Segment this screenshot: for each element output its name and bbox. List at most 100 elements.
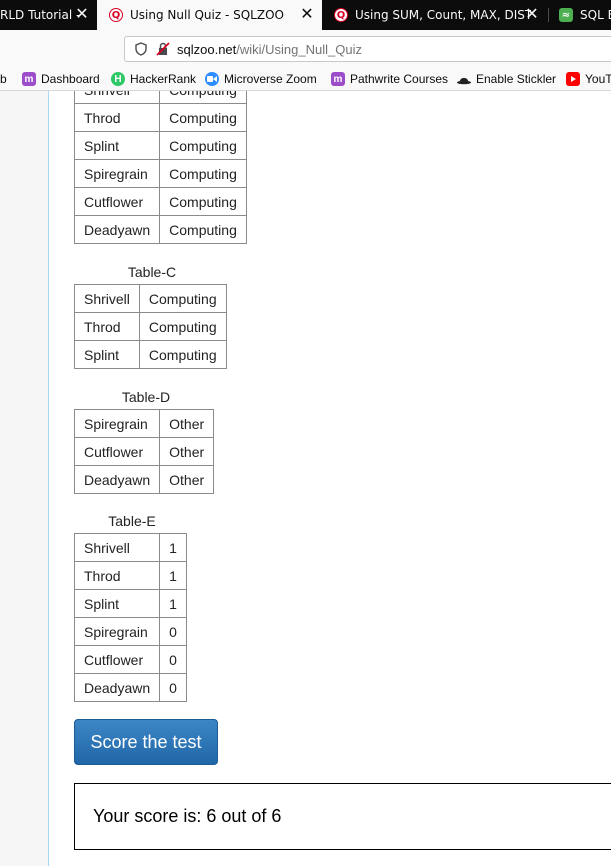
value-cell: Other — [159, 409, 215, 438]
tab-title: SQL B — [580, 8, 611, 22]
url-domain: sqlzoo.net — [177, 41, 237, 57]
close-icon[interactable]: ✕ — [300, 6, 314, 22]
table-c-row: Throd Computing — [74, 312, 227, 341]
value-cell: 0 — [159, 645, 187, 674]
table-d-row: Cutflower Other — [73, 437, 215, 466]
hackerrank-icon: H — [111, 72, 125, 86]
tab-title: RLD Tutorial - — [0, 8, 81, 22]
close-icon[interactable]: ✕ — [75, 6, 89, 22]
table-d-row: Deadyawn Other — [73, 465, 215, 494]
value-cell: Computing — [138, 340, 227, 369]
name-cell: Spiregrain — [73, 617, 161, 646]
tab-using-sum-count[interactable]: Q Using SUM, Count, MAX, DISTI ✕ — [322, 0, 547, 30]
sqlzoo-icon: Q — [109, 8, 123, 22]
value-cell: 0 — [159, 673, 187, 702]
bookmark-youtube[interactable]: YouT — [566, 71, 611, 87]
bookmark-microverse-zoom[interactable]: Microverse Zoom — [205, 71, 317, 87]
name-cell: Splint — [74, 340, 140, 369]
bookmark-label: Pathwrite Courses — [350, 72, 449, 86]
sqlzoo-icon: Q — [334, 8, 348, 22]
tab-rld-tutorial[interactable]: RLD Tutorial - ✕ — [0, 0, 97, 30]
table-c-row: Shrivell Computing — [74, 284, 227, 313]
m-icon: m — [22, 72, 36, 86]
name-cell: Spiregrain — [73, 159, 161, 188]
shield-icon[interactable] — [133, 41, 149, 57]
score-result-box: Your score is: 6 out of 6 — [74, 783, 611, 850]
bookmark-label: Enable Stickler — [476, 72, 557, 86]
table-d: Spiregrain Other Cutflower Other Deadyawn Oth… — [73, 409, 215, 494]
bookmark-enable-stickler[interactable]: Enable Stickler — [457, 71, 556, 87]
value-cell: Computing — [159, 91, 247, 104]
page-content: ShrivellComputingThrodComputingSplintCom… — [0, 91, 611, 866]
value-cell: Computing — [159, 215, 247, 244]
table-e-row: Cutflower 0 — [73, 645, 187, 674]
table-c-caption: Table-C — [127, 264, 177, 280]
name-cell: Cutflower — [73, 645, 161, 674]
tab-using-null-quiz[interactable]: Q Using Null Quiz - SQLZOO ✕ — [97, 0, 322, 30]
name-cell: Splint — [73, 589, 161, 618]
table-e-row: Splint 1 — [73, 589, 187, 618]
table-e-row: Spiregrain 0 — [73, 617, 187, 646]
table-c: Shrivell Computing Throd Computing Splint Com… — [74, 284, 227, 369]
table-b: ShrivellComputingThrodComputingSplintCom… — [73, 91, 247, 244]
name-cell: Shrivell — [74, 284, 140, 313]
table-e-row: Shrivell 1 — [73, 533, 187, 562]
tab-sql-b[interactable]: ≈ SQL B — [549, 0, 611, 30]
bookmark-label: YouT — [585, 72, 611, 86]
name-cell: Deadyawn — [73, 673, 161, 702]
name-cell: Throd — [73, 561, 161, 590]
bookmark-label: Microverse Zoom — [224, 72, 317, 86]
value-cell: Computing — [159, 187, 247, 216]
table-b-row: Throd Computing — [73, 103, 247, 132]
value-cell: Computing — [138, 312, 227, 341]
name-cell: Throd — [74, 312, 140, 341]
table-e-row: Deadyawn 0 — [73, 673, 187, 702]
zoom-icon — [205, 72, 219, 86]
value-cell: 0 — [159, 617, 187, 646]
name-cell: Cutflower — [73, 187, 161, 216]
name-cell: Splint — [73, 131, 161, 160]
bookmark-label: Dashboard — [41, 72, 100, 86]
table-b-row: ShrivellComputing — [73, 91, 247, 104]
bookmark-pathwrite-courses[interactable]: m Pathwrite Courses — [331, 71, 448, 87]
bookmarks-bar: b m Dashboard H HackerRank Microverse Zo… — [0, 67, 611, 91]
green-icon: ≈ — [559, 8, 573, 22]
value-cell: Other — [159, 437, 215, 466]
tab-title: Using SUM, Count, MAX, DISTI — [355, 8, 531, 22]
name-cell: Shrivell — [73, 91, 161, 104]
table-d-row: Spiregrain Other — [73, 409, 215, 438]
bookmark-b[interactable]: b — [0, 71, 7, 87]
bookmark-dashboard[interactable]: m Dashboard — [22, 71, 100, 87]
bookmark-label: b — [0, 72, 7, 86]
nav-bar: sqlzoo.net/wiki/Using_Null_Quiz — [0, 30, 611, 67]
value-cell: Other — [159, 465, 215, 494]
value-cell: Computing — [159, 103, 247, 132]
name-cell: Shrivell — [73, 533, 161, 562]
name-cell: Cutflower — [73, 437, 161, 466]
left-sidebar-gutter — [0, 91, 49, 866]
bowler-hat-icon — [457, 72, 471, 86]
score-result-text: Your score is: 6 out of 6 — [93, 806, 282, 826]
close-icon[interactable]: ✕ — [525, 6, 539, 22]
name-cell: Deadyawn — [73, 465, 161, 494]
insecure-lock-icon[interactable] — [155, 41, 171, 57]
value-cell: Computing — [138, 284, 227, 313]
table-c-row: Splint Computing — [74, 340, 227, 369]
table-b-row: Deadyawn Computing — [73, 215, 247, 244]
table-b-row: Spiregrain Computing — [73, 159, 247, 188]
url-bar[interactable]: sqlzoo.net/wiki/Using_Null_Quiz — [124, 36, 611, 62]
url-text: sqlzoo.net/wiki/Using_Null_Quiz — [177, 42, 362, 57]
bookmark-label: HackerRank — [130, 72, 197, 86]
table-b-row: Splint Computing — [73, 131, 247, 160]
table-e: Shrivell 1 Throd 1 Splint 1 Spiregrain 0 Cutflow… — [73, 533, 187, 702]
table-e-row: Throd 1 — [73, 561, 187, 590]
bookmark-hackerrank[interactable]: H HackerRank — [111, 71, 196, 87]
value-cell: Computing — [159, 159, 247, 188]
table-e-caption: Table-E — [108, 513, 156, 529]
score-the-test-button[interactable]: Score the test — [74, 719, 218, 765]
value-cell: 1 — [159, 533, 187, 562]
name-cell: Deadyawn — [73, 215, 161, 244]
table-b-row: Cutflower Computing — [73, 187, 247, 216]
value-cell: Computing — [159, 131, 247, 160]
name-cell: Spiregrain — [73, 409, 161, 438]
